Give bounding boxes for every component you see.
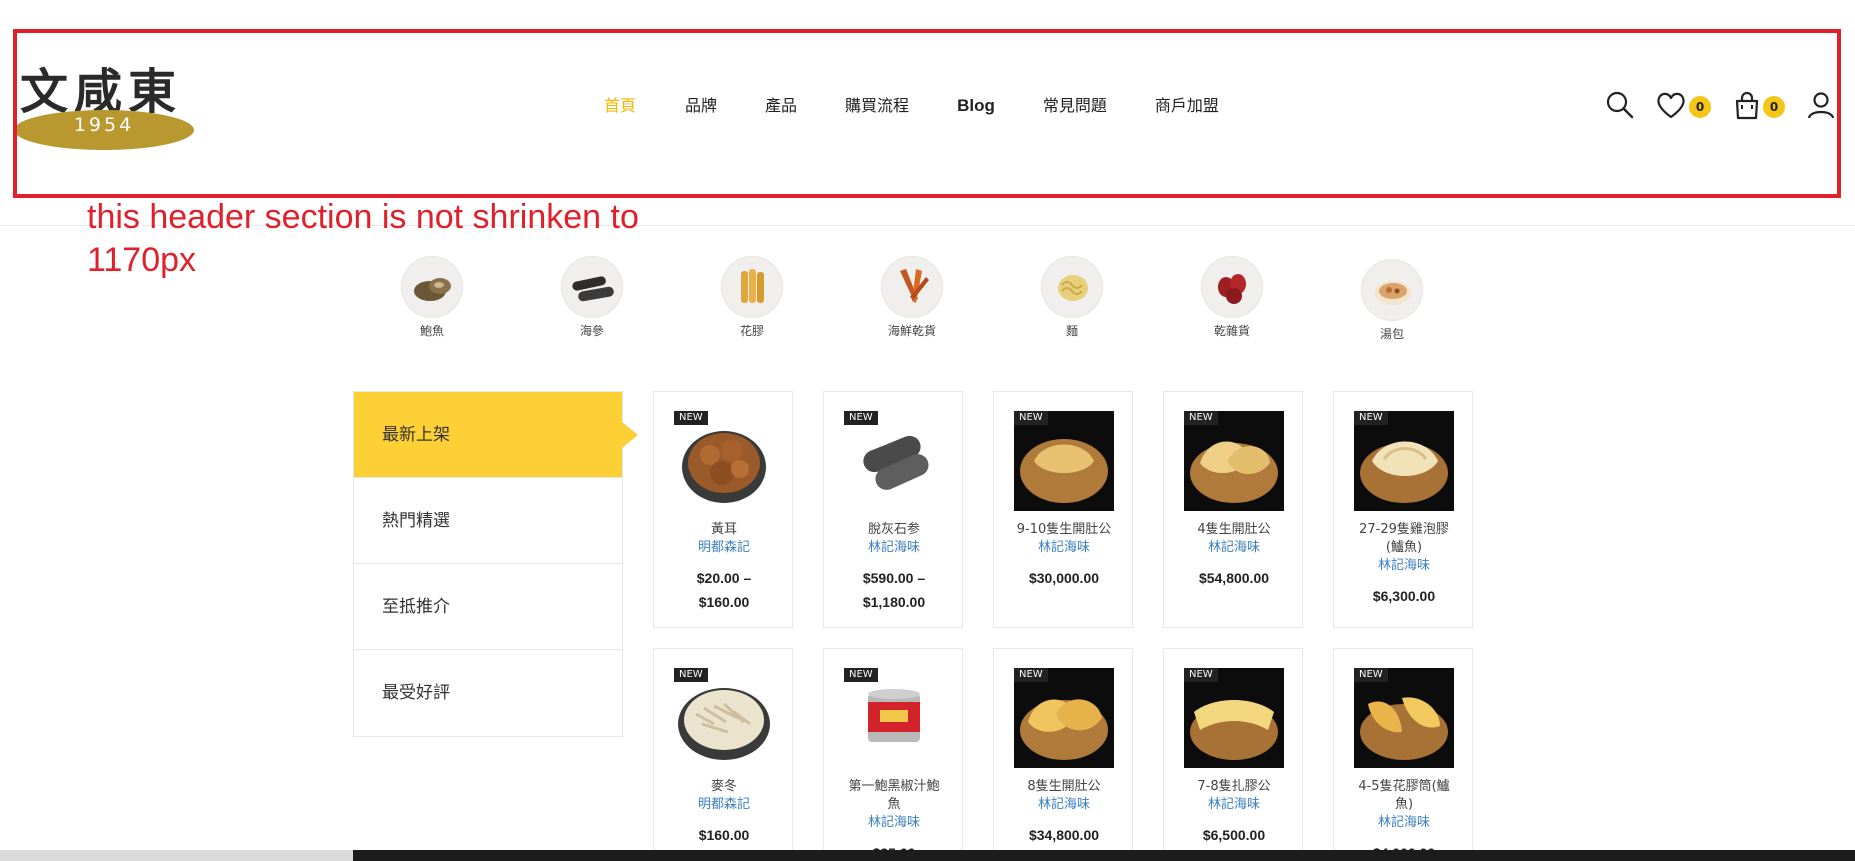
category-label: 鮑魚 bbox=[419, 324, 444, 338]
new-badge: NEW bbox=[1354, 668, 1388, 682]
tab-top-rated[interactable]: 最受好評 bbox=[354, 650, 622, 736]
product-name[interactable]: 4隻生開肚公 bbox=[1168, 521, 1300, 539]
product-name-line2[interactable]: (鱸魚) bbox=[1338, 539, 1470, 557]
tab-hot-picks[interactable]: 熱門精選 bbox=[354, 478, 622, 564]
new-badge: NEW bbox=[1014, 668, 1048, 682]
category-noodles[interactable]: 麵 bbox=[1027, 256, 1117, 339]
product-price: $34,800.00 bbox=[1028, 827, 1100, 843]
category-dry-goods[interactable]: 乾雜貨 bbox=[1187, 256, 1277, 339]
category-strip: 鮑魚 海參 花膠 海鮮乾貨 麵 乾雜貨 湯包 bbox=[0, 256, 1855, 346]
new-badge: NEW bbox=[1184, 668, 1218, 682]
product-brand[interactable]: 林記海味 bbox=[1338, 814, 1470, 832]
sea-cucumber-thumbnail bbox=[561, 256, 623, 318]
product-price: $6,300.00 bbox=[1372, 588, 1436, 604]
fish-maw-thumbnail bbox=[721, 256, 783, 318]
new-badge: NEW bbox=[844, 668, 878, 682]
product-brand[interactable]: 林記海味 bbox=[828, 539, 960, 557]
category-label: 麵 bbox=[1065, 324, 1078, 338]
product-price: $30,000.00 bbox=[1028, 570, 1100, 586]
product-image[interactable] bbox=[674, 411, 774, 511]
new-badge: NEW bbox=[1014, 411, 1048, 425]
category-soup-pack[interactable]: 湯包 bbox=[1347, 256, 1437, 342]
tab-new-arrivals[interactable]: 最新上架 bbox=[354, 392, 638, 478]
product-card[interactable]: NEW 第一鮑黑椒汁鮑 魚 林記海味 $35.00 bbox=[823, 648, 963, 861]
product-name[interactable]: 9-10隻生開肚公 bbox=[998, 521, 1130, 539]
category-abalone[interactable]: 鮑魚 bbox=[387, 256, 477, 339]
new-badge: NEW bbox=[674, 668, 708, 682]
product-image[interactable] bbox=[1014, 668, 1114, 768]
noodles-thumbnail bbox=[1041, 256, 1103, 318]
soup-pack-thumbnail bbox=[1361, 259, 1423, 321]
category-label: 湯包 bbox=[1379, 327, 1404, 341]
product-brand[interactable]: 林記海味 bbox=[998, 539, 1130, 557]
category-dried-seafood[interactable]: 海鮮乾貨 bbox=[867, 256, 957, 339]
abalone-thumbnail bbox=[401, 256, 463, 318]
os-taskbar-search[interactable] bbox=[0, 850, 353, 861]
product-tab-list: 最新上架 熱門精選 至抵推介 最受好評 bbox=[353, 391, 638, 737]
annotation-highlight-box bbox=[13, 29, 1841, 198]
product-price: $160.00 bbox=[698, 827, 750, 843]
new-badge: NEW bbox=[1354, 411, 1388, 425]
product-brand[interactable]: 明都森記 bbox=[658, 539, 790, 557]
product-brand[interactable]: 明都森記 bbox=[658, 796, 790, 814]
product-image[interactable] bbox=[1354, 411, 1454, 511]
product-image[interactable] bbox=[844, 411, 944, 511]
category-label: 花膠 bbox=[739, 324, 764, 338]
product-name-line2[interactable]: 魚 bbox=[828, 796, 960, 814]
category-label: 海鮮乾貨 bbox=[887, 324, 936, 338]
product-brand[interactable]: 林記海味 bbox=[1338, 557, 1470, 575]
product-image[interactable] bbox=[674, 668, 774, 768]
product-image[interactable] bbox=[844, 668, 944, 768]
product-card[interactable]: NEW 4隻生開肚公 林記海味 $54,800.00 bbox=[1163, 391, 1303, 628]
product-card[interactable]: NEW 4-5隻花膠筒(鱸 魚) 林記海味 $4,000.00 bbox=[1333, 648, 1473, 861]
new-badge: NEW bbox=[844, 411, 878, 425]
product-card[interactable]: NEW 麥冬 明都森記 $160.00 bbox=[653, 648, 793, 858]
product-brand[interactable]: 林記海味 bbox=[1168, 539, 1300, 557]
category-fish-maw[interactable]: 花膠 bbox=[707, 256, 797, 339]
product-image[interactable] bbox=[1354, 668, 1454, 768]
product-name[interactable]: 8隻生開肚公 bbox=[998, 778, 1130, 796]
category-label: 乾雜貨 bbox=[1213, 324, 1250, 338]
product-brand[interactable]: 林記海味 bbox=[998, 796, 1130, 814]
product-price: $20.00 – bbox=[696, 570, 752, 586]
product-name[interactable]: 脫灰石参 bbox=[828, 521, 960, 539]
product-card[interactable]: NEW 8隻生開肚公 林記海味 $34,800.00 bbox=[993, 648, 1133, 858]
product-card[interactable]: NEW 7-8隻扎膠公 林記海味 $6,500.00 bbox=[1163, 648, 1303, 858]
product-name-line2[interactable]: 魚) bbox=[1338, 796, 1470, 814]
product-name[interactable]: 7-8隻扎膠公 bbox=[1168, 778, 1300, 796]
product-name[interactable]: 第一鮑黑椒汁鮑 bbox=[828, 778, 960, 796]
new-badge: NEW bbox=[1184, 411, 1218, 425]
product-price: $590.00 – bbox=[862, 570, 926, 586]
product-brand[interactable]: 林記海味 bbox=[828, 814, 960, 832]
tab-best-value[interactable]: 至抵推介 bbox=[354, 564, 622, 650]
product-card[interactable]: NEW 脫灰石参 林記海味 $590.00 – $1,180.00 bbox=[823, 391, 963, 628]
product-image[interactable] bbox=[1014, 411, 1114, 511]
product-price-max: $1,180.00 bbox=[862, 594, 926, 610]
product-brand[interactable]: 林記海味 bbox=[1168, 796, 1300, 814]
product-price: $6,500.00 bbox=[1202, 827, 1266, 843]
product-card[interactable]: NEW 27-29隻雞泡膠 (鱸魚) 林記海味 $6,300.00 bbox=[1333, 391, 1473, 628]
product-card[interactable]: NEW 9-10隻生開肚公 林記海味 $30,000.00 bbox=[993, 391, 1133, 628]
product-name[interactable]: 4-5隻花膠筒(鱸 bbox=[1338, 778, 1470, 796]
dry-goods-thumbnail bbox=[1201, 256, 1263, 318]
product-name[interactable]: 黃耳 bbox=[658, 521, 790, 539]
product-name[interactable]: 27-29隻雞泡膠 bbox=[1338, 521, 1470, 539]
product-price-max: $160.00 bbox=[698, 594, 750, 610]
product-card[interactable]: NEW 黃耳 明都森記 $20.00 – $160.00 bbox=[653, 391, 793, 628]
product-image[interactable] bbox=[1184, 411, 1284, 511]
new-badge: NEW bbox=[674, 411, 708, 425]
product-image[interactable] bbox=[1184, 668, 1284, 768]
product-name[interactable]: 麥冬 bbox=[658, 778, 790, 796]
product-price: $54,800.00 bbox=[1198, 570, 1270, 586]
dried-seafood-thumbnail bbox=[881, 256, 943, 318]
category-label: 海參 bbox=[579, 324, 604, 338]
category-sea-cucumber[interactable]: 海參 bbox=[547, 256, 637, 339]
